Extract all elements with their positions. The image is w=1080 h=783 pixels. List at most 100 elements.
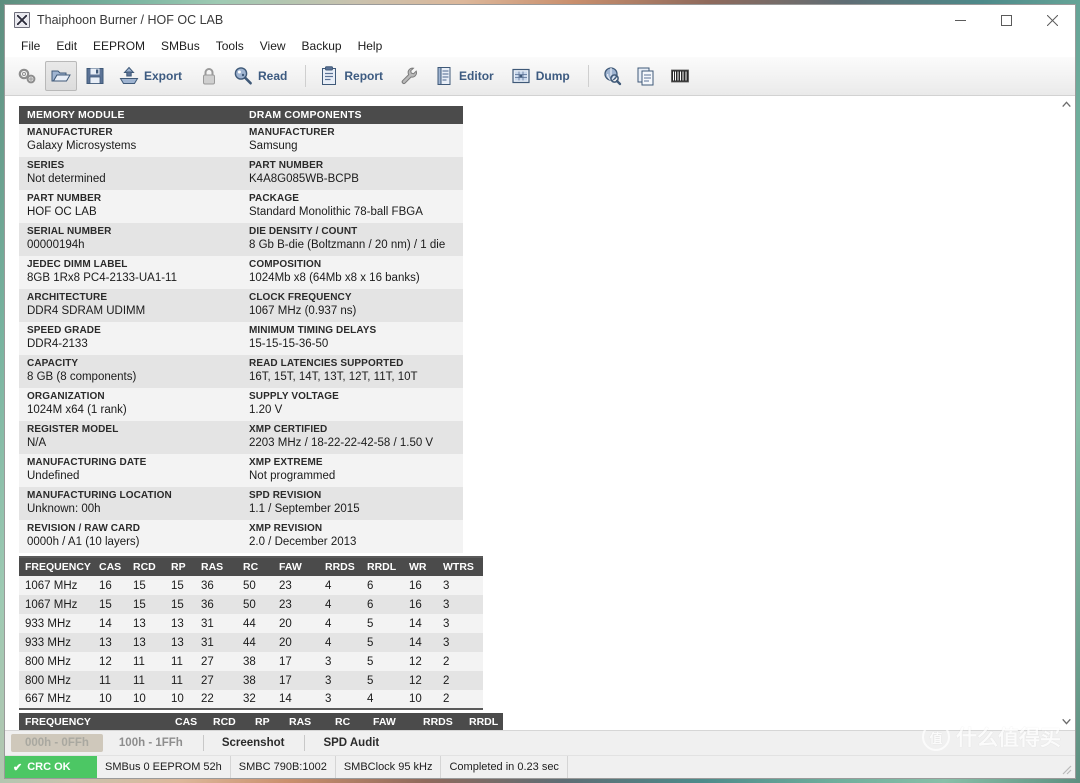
toolbar-open-folder-button[interactable]: [45, 61, 77, 91]
toolbar-export-button[interactable]: Export: [113, 61, 191, 91]
field-value: 15-15-15-36-50: [249, 338, 329, 350]
menu-item-file[interactable]: File: [13, 37, 48, 55]
table-cell: 11: [127, 652, 165, 671]
memory-module-row: MANUFACTURING LOCATION Unknown: 00h: [19, 487, 241, 520]
dram-component-row: PACKAGE Standard Monolithic 78-ball FBGA: [241, 190, 463, 223]
copy-pages-icon: [637, 67, 654, 86]
tab-separator: [202, 735, 204, 751]
scrollbar-track[interactable]: [1058, 113, 1075, 713]
menu-item-smbus[interactable]: SMBus: [153, 37, 208, 55]
table-cell: 2: [437, 690, 483, 710]
table-cell: 50: [237, 595, 273, 614]
dram-component-row: DIE DENSITY / COUNT 8 Gb B-die (Boltzmann…: [241, 223, 463, 256]
tab-screenshot[interactable]: Screenshot: [208, 734, 299, 752]
menu-item-edit[interactable]: Edit: [48, 37, 85, 55]
table-row: 1067 MHz 16 15 15 36 50 23 4 6 16 3: [19, 576, 483, 595]
menu-item-tools[interactable]: Tools: [208, 37, 252, 55]
field-value: DDR4-2133: [27, 338, 88, 350]
minimize-button[interactable]: [937, 5, 983, 35]
toolbar-button-label: Editor: [459, 69, 494, 83]
status-cell: Completed in 0.23 sec: [440, 756, 566, 778]
read-icon: [234, 67, 252, 85]
table-cell: 14: [403, 614, 437, 633]
column-header: RAS: [283, 713, 329, 730]
dump-icon: [512, 68, 530, 84]
toolbar-copy-pages-button[interactable]: [630, 61, 662, 91]
field-label: MANUFACTURER: [27, 127, 113, 138]
table-cell: 27: [195, 652, 237, 671]
field-value: 1024M x64 (1 rank): [27, 404, 127, 416]
toolbar-button-label: Export: [144, 69, 183, 83]
table-cell: 20: [273, 633, 319, 652]
table-cell: 15: [93, 595, 127, 614]
field-label: ORGANIZATION: [27, 391, 105, 402]
menu-item-view[interactable]: View: [252, 37, 294, 55]
window-controls: [937, 5, 1075, 35]
resize-grip-icon[interactable]: [1060, 763, 1072, 775]
window-title: Thaiphoon Burner / HOF OC LAB: [37, 13, 224, 27]
toolbar-save-disk-button[interactable]: [79, 61, 111, 91]
toolbar-button-label: Dump: [535, 69, 570, 83]
table-cell: 800 MHz: [19, 671, 93, 690]
field-label: COMPOSITION: [249, 259, 322, 270]
scroll-down-arrow-icon[interactable]: [1058, 713, 1075, 730]
field-label: CAPACITY: [27, 358, 79, 369]
close-button[interactable]: [1029, 5, 1075, 35]
toolbar: Export Read Report Editor Dump: [5, 57, 1075, 96]
dram-component-row: SPD REVISION 1.1 / September 2015: [241, 487, 463, 520]
toolbar-separator: [587, 65, 589, 87]
toolbar-report-button[interactable]: Report: [313, 61, 392, 91]
field-label: REGISTER MODEL: [27, 424, 119, 435]
toolbar-lock-button[interactable]: [193, 61, 225, 91]
table-cell: 13: [165, 633, 195, 652]
field-label: SPD REVISION: [249, 490, 322, 501]
column-header: RC: [237, 557, 273, 576]
menu-item-help[interactable]: Help: [350, 37, 391, 55]
tab-separator: [304, 735, 306, 751]
wrench-icon: [401, 67, 418, 85]
barcode-icon: [670, 69, 689, 83]
toolbar-inspect-button[interactable]: [596, 61, 628, 91]
table-cell: 10: [93, 690, 127, 710]
vertical-scrollbar[interactable]: [1057, 96, 1075, 730]
table-cell: 11: [165, 671, 195, 690]
table-cell: 11: [93, 671, 127, 690]
field-value: Not determined: [27, 173, 106, 185]
table-cell: 3: [437, 576, 483, 595]
tab-spd-audit[interactable]: SPD Audit: [309, 734, 393, 752]
scroll-up-arrow-icon[interactable]: [1058, 96, 1075, 113]
tab-100h-1ffh[interactable]: 100h - 1FFh: [105, 734, 197, 752]
maximize-button[interactable]: [983, 5, 1029, 35]
dram-component-row: MANUFACTURER Samsung: [241, 124, 463, 157]
menu-item-backup[interactable]: Backup: [294, 37, 350, 55]
field-value: 8GB 1Rx8 PC4-2133-UA1-11: [27, 272, 177, 284]
memory-module-row: SERIES Not determined: [19, 157, 241, 190]
field-label: MANUFACTURER: [249, 127, 335, 138]
column-header: RP: [249, 713, 283, 730]
field-value: 8 Gb B-die (Boltzmann / 20 nm) / 1 die: [249, 239, 446, 251]
dram-component-row: XMP EXTREME Not programmed: [241, 454, 463, 487]
table-cell: 3: [319, 690, 361, 710]
editor-icon: [437, 67, 451, 85]
crc-status-label: CRC OK: [27, 761, 71, 773]
open-folder-icon: [51, 70, 71, 82]
dram-component-row: PART NUMBER K4A8G085WB-BCPB: [241, 157, 463, 190]
field-label: MINIMUM TIMING DELAYS: [249, 325, 377, 336]
toolbar-dump-button[interactable]: Dump: [505, 61, 579, 91]
tab-000h-0ffh[interactable]: 000h - 0FFh: [11, 734, 103, 752]
table-cell: 36: [195, 595, 237, 614]
toolbar-wrench-button[interactable]: [394, 61, 426, 91]
table-header-row: FREQUENCY CAS RCD RP RAS RC FAW RRDS RRDL WR WTRS: [19, 557, 483, 576]
toolbar-gears-button[interactable]: [11, 61, 43, 91]
menu-bar: File Edit EEPROM SMBus Tools View Backup Help: [5, 35, 1075, 57]
table-cell: 23: [273, 576, 319, 595]
menu-item-eeprom[interactable]: EEPROM: [85, 37, 153, 55]
toolbar-barcode-button[interactable]: [664, 61, 696, 91]
table-cell: 17: [273, 671, 319, 690]
table-cell: 11: [165, 652, 195, 671]
toolbar-read-button[interactable]: Read: [227, 61, 296, 91]
memory-module-row: REVISION / RAW CARD 0000h / A1 (10 layers…: [19, 520, 241, 553]
column-header: RRDL: [463, 713, 503, 730]
table-cell: 667 MHz: [19, 690, 93, 710]
toolbar-editor-button[interactable]: Editor: [428, 61, 503, 91]
